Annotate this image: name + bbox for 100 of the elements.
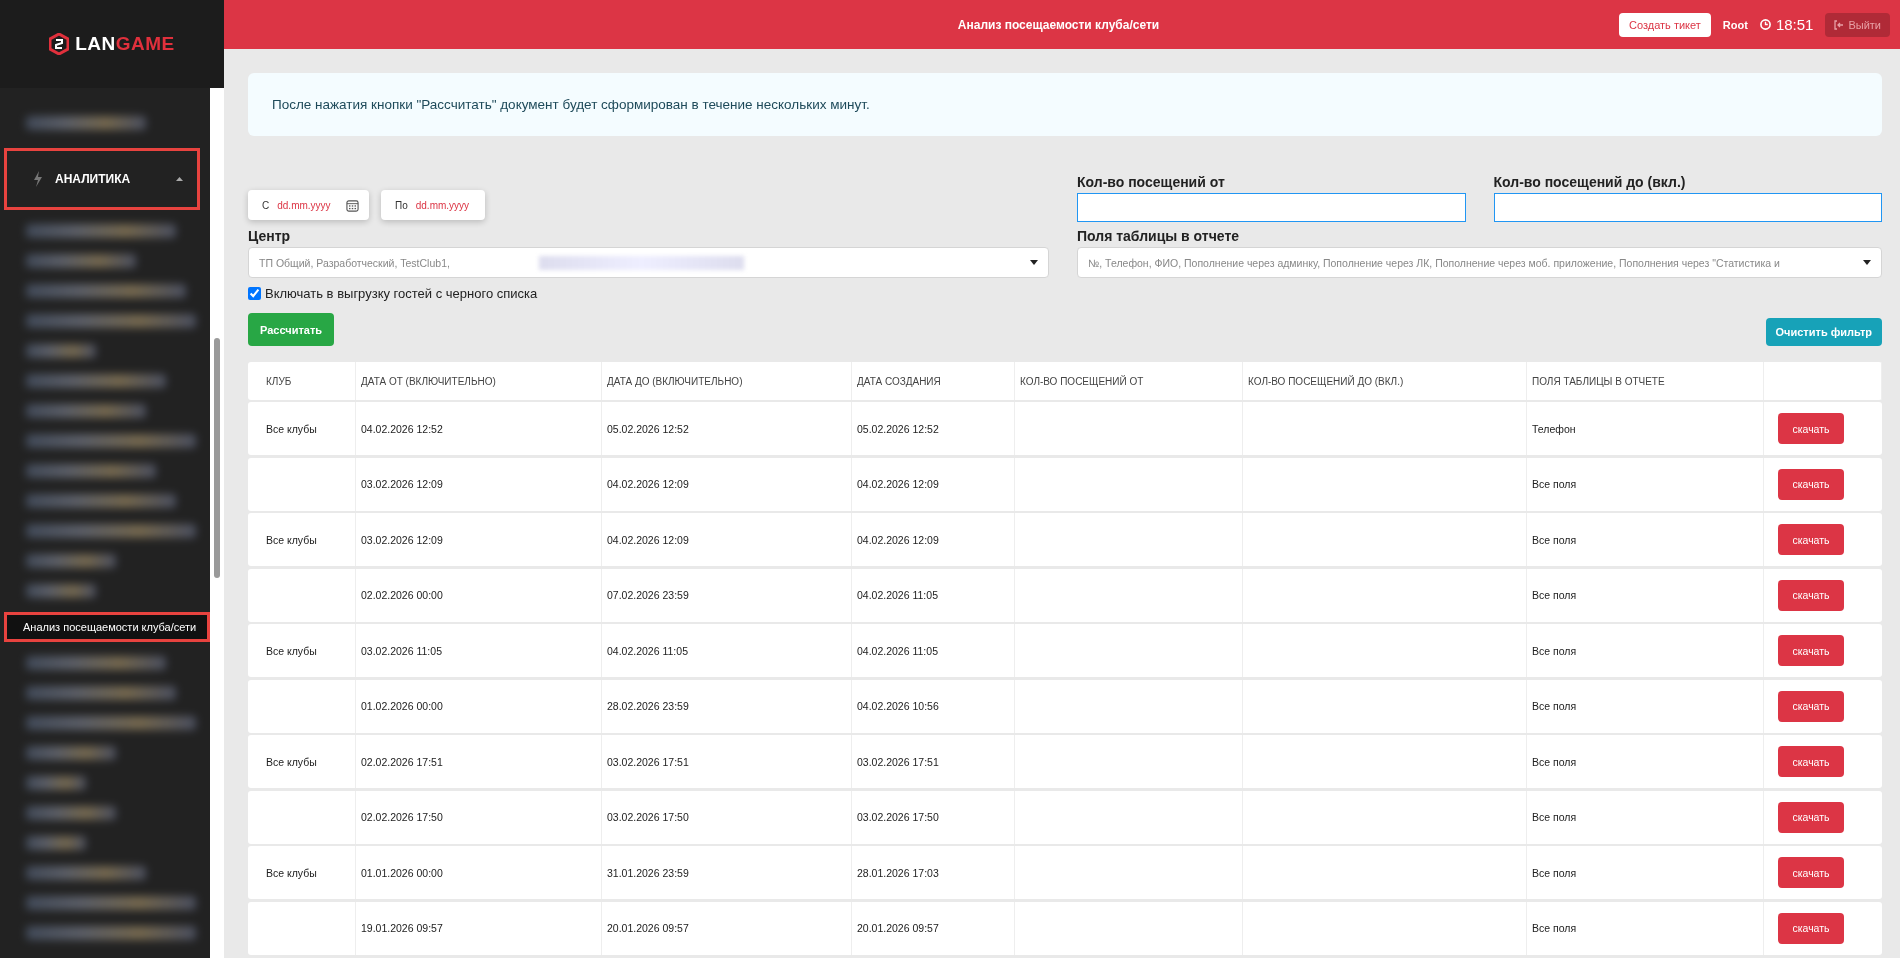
download-button[interactable]: скачать (1778, 857, 1844, 888)
blurred-menu-item[interactable] (26, 224, 176, 238)
table-cell: Все поля (1532, 922, 1577, 934)
table-cell: 03.02.2026 17:51 (857, 755, 939, 768)
table-cell: 03.02.2026 12:09 (361, 533, 443, 546)
table-cell: Телефон (1532, 422, 1576, 435)
date-to-field[interactable]: По dd.mm.yyyy (381, 190, 485, 220)
table-cell: 28.01.2026 17:03 (857, 866, 939, 879)
table-cell: 01.02.2026 00:00 (361, 700, 443, 712)
table-fields-select[interactable]: №, Телефон, ФИО, Пополнение через админку, Пополнение через ЛК, Пополнение через моб. приложение, Пополнения через "Статистика и (1077, 247, 1882, 278)
analytics-menu-section[interactable]: АНАЛИТИКА (4, 148, 200, 210)
download-button[interactable]: скачать (1778, 635, 1844, 666)
blurred-menu-item[interactable] (26, 866, 146, 880)
blurred-menu-item[interactable] (26, 464, 156, 478)
logout-button[interactable]: Выйти (1825, 12, 1890, 37)
blurred-menu-item[interactable] (26, 836, 86, 850)
blurred-menu-item[interactable] (26, 434, 196, 448)
date-from-field[interactable]: С dd.mm.yyyy (248, 190, 369, 220)
download-button[interactable]: скачать (1778, 746, 1844, 777)
table-cell: 03.02.2026 17:50 (607, 811, 689, 823)
table-cell: Все клубы (266, 644, 317, 657)
table-cell: 04.02.2026 12:52 (361, 422, 443, 435)
blurred-menu-item[interactable] (26, 404, 146, 418)
page-title: Анализ посещаемости клуба/сети (956, 17, 1161, 32)
table-cell: Все поля (1532, 644, 1577, 657)
column-header: ДАТА ОТ (ВКЛЮЧИТЕЛЬНО) (356, 362, 602, 400)
download-button[interactable]: скачать (1778, 579, 1844, 611)
table-cell: 05.02.2026 12:52 (857, 422, 939, 435)
caret-icon (1863, 260, 1871, 265)
blurred-menu-item[interactable] (26, 716, 196, 730)
table-cell: 03.02.2026 11:05 (361, 644, 442, 657)
field-label: Кол-во посещений от (1077, 174, 1226, 190)
blurred-menu-item[interactable] (26, 284, 186, 298)
logo-icon (49, 33, 70, 55)
calculate-button[interactable]: Рассчитать (248, 313, 335, 346)
clock: 18:51 (1759, 16, 1814, 33)
blurred-menu-item[interactable] (26, 746, 116, 760)
blurred-menu-item[interactable] (26, 926, 196, 940)
sidebar-menu-item[interactable]: Анализ посещаемости клуба/сети (4, 612, 210, 642)
column-header: ДАТА ДО (ВКЛЮЧИТЕЛЬНО) (602, 362, 852, 400)
table-cell: Все клубы (266, 422, 317, 435)
table-cell: Все поля (1532, 755, 1577, 768)
blurred-menu-item[interactable] (26, 776, 86, 790)
table-cell: Все поля (1532, 589, 1577, 601)
blurred-menu-item[interactable] (26, 896, 196, 910)
input-field[interactable] (1493, 193, 1882, 222)
input-field[interactable] (1077, 193, 1466, 222)
blurred-menu-item[interactable] (26, 806, 116, 820)
blurred-menu-item[interactable] (26, 584, 96, 598)
blurred-menu-item[interactable] (26, 686, 176, 700)
table-cell: Все поля (1532, 866, 1577, 879)
table-cell: 07.02.2026 23:59 (607, 589, 689, 601)
table-cell: 02.02.2026 00:00 (361, 589, 443, 601)
table-cell: 20.01.2026 09:57 (607, 922, 689, 934)
blurred-menu-item[interactable] (26, 656, 166, 670)
blurred-menu-item[interactable] (26, 374, 166, 388)
table-cell: 28.02.2026 23:59 (607, 700, 689, 712)
blurred-menu-item[interactable] (26, 494, 176, 508)
checkbox[interactable] (248, 287, 261, 300)
table-cell: 04.02.2026 12:09 (607, 478, 689, 490)
blurred-menu-item[interactable] (26, 314, 196, 328)
table-cell: 19.01.2026 09:57 (361, 922, 443, 934)
checkbox-label: Включать в выгрузку гостей с черного списка (265, 286, 538, 301)
column-header: КОЛ-ВО ПОСЕЩЕНИЙ ОТ (1015, 362, 1243, 400)
table-cell: 05.02.2026 12:52 (607, 422, 689, 435)
blurred-menu-item[interactable] (26, 344, 96, 358)
download-button[interactable]: скачать (1778, 690, 1844, 722)
blurred-menu-item[interactable] (26, 524, 196, 538)
blurred-menu-item[interactable] (26, 254, 136, 268)
logout-icon (1834, 19, 1845, 30)
table-cell: 01.01.2026 00:00 (361, 866, 443, 879)
center-select[interactable]: ТП Общий, Разработческий, TestClub1, (248, 247, 1049, 278)
download-button[interactable]: скачать (1778, 524, 1844, 555)
table-cell: 20.01.2026 09:57 (857, 922, 939, 934)
table-cell: Все поля (1532, 533, 1577, 546)
table-cell: 04.02.2026 12:09 (857, 478, 939, 490)
caret-icon (176, 177, 183, 181)
table-cell: 03.02.2026 17:51 (607, 755, 689, 768)
create-ticket-button[interactable]: Создать тикет (1619, 12, 1711, 37)
column-header: ПОЛЯ ТАБЛИЦЫ В ОТЧЕТЕ (1527, 362, 1764, 400)
calendar-icon[interactable] (346, 198, 359, 212)
download-button[interactable]: скачать (1778, 801, 1844, 833)
table-cell: 04.02.2026 11:05 (857, 589, 938, 601)
logo-text: LANGAME (75, 33, 175, 55)
table-cell: Все клубы (266, 533, 317, 546)
clear-filter-button[interactable]: Очистить фильтр (1765, 318, 1882, 346)
table-cell: 04.02.2026 11:05 (857, 644, 938, 657)
info-notice: После нажатия кнопки "Рассчитать" документ будет сформирован в течение нескольких минут. (248, 73, 1882, 136)
table-cell: 31.01.2026 23:59 (607, 866, 689, 879)
download-button[interactable]: скачать (1778, 413, 1844, 444)
table-cell: 04.02.2026 12:09 (607, 533, 689, 546)
user-name: Root (1722, 18, 1748, 31)
column-header: ДАТА СОЗДАНИЯ (852, 362, 1015, 400)
caret-icon (1030, 260, 1038, 265)
blurred-menu-item[interactable] (26, 554, 116, 568)
download-button[interactable]: скачать (1778, 912, 1844, 944)
table-cell: 04.02.2026 12:09 (857, 533, 939, 546)
blurred-menu-item[interactable] (26, 116, 146, 130)
download-button[interactable]: скачать (1778, 468, 1844, 500)
field-label: Поля таблицы в отчете (1077, 228, 1241, 244)
